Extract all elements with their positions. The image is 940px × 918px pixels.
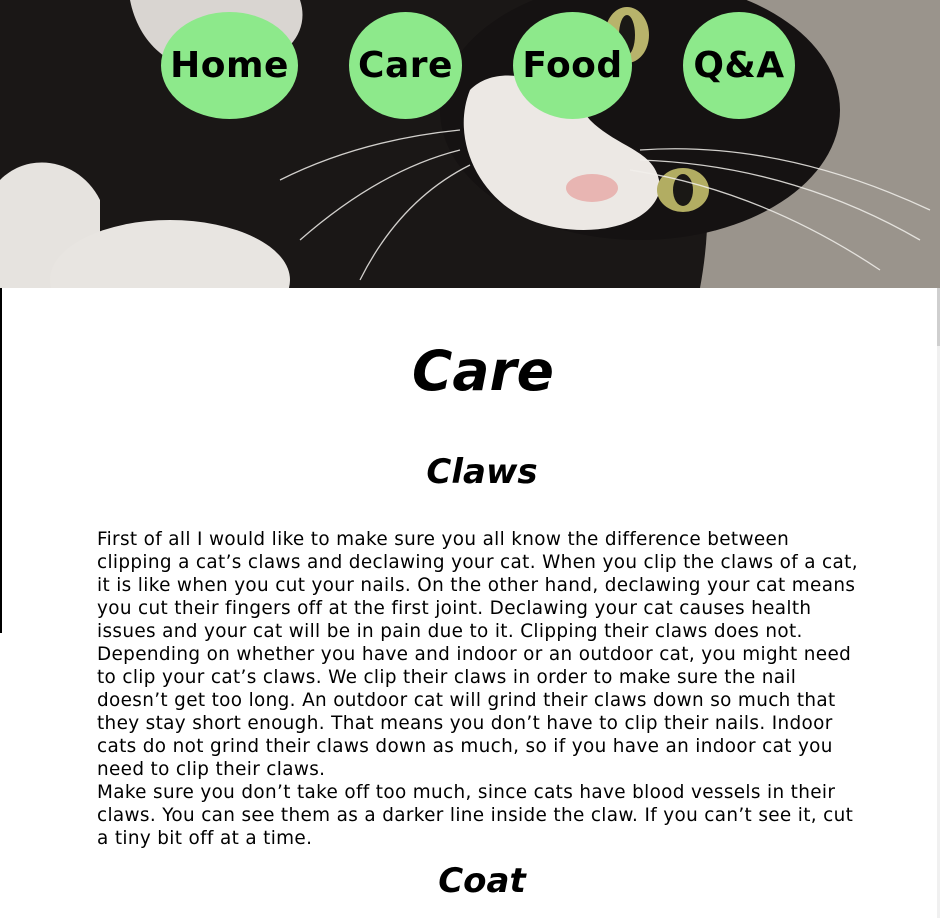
page-title: Care	[412, 339, 554, 403]
claws-body-text: First of all I would like to make sure y…	[97, 528, 867, 850]
nav-food-button[interactable]: Food	[513, 12, 632, 119]
header-cat-photo: Home Care Food Q&A	[0, 0, 940, 288]
main-nav: Home Care Food Q&A	[0, 12, 940, 120]
claws-paragraph-1: First of all I would like to make sure y…	[97, 529, 858, 780]
nav-care-button[interactable]: Care	[349, 12, 462, 119]
nav-qa-button[interactable]: Q&A	[683, 12, 795, 119]
page: Home Care Food Q&A Care Claws First of a…	[0, 0, 940, 918]
claws-paragraph-2: Make sure you don’t take off too much, s…	[97, 782, 854, 849]
section-heading-claws: Claws	[426, 452, 538, 492]
section-heading-coat: Coat	[438, 861, 526, 901]
nav-home-button[interactable]: Home	[161, 12, 298, 119]
